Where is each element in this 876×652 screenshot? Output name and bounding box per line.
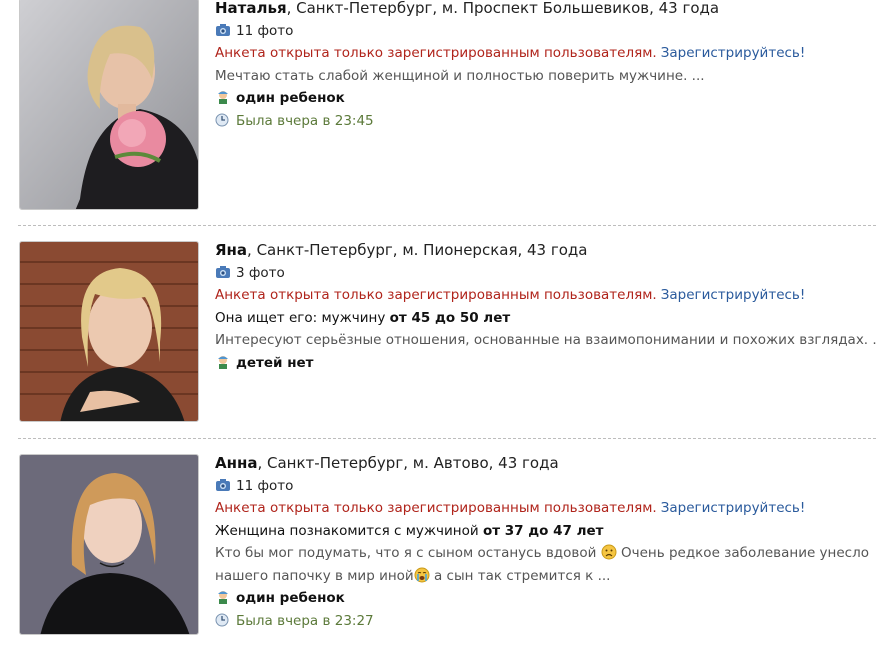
last-seen-label: Была вчера в 23:45 (236, 112, 374, 129)
restricted-text: Анкета открыта только зарегистрированным… (215, 45, 657, 61)
profile-location: , Санкт-Петербург, м. Автово, 43 года (257, 454, 559, 472)
profile-photo[interactable] (19, 241, 199, 422)
register-link[interactable]: Зарегистрируйтесь! (661, 287, 806, 303)
profile-photo[interactable] (19, 0, 199, 210)
register-link[interactable]: Зарегистрируйтесь! (661, 45, 806, 61)
description-part: Кто бы мог подумать, что я с сыном остан… (215, 545, 597, 561)
photo-count-label: 3 фото (236, 264, 285, 281)
description-part: а сын так стремится к ... (429, 567, 611, 584)
profile-location: , Санкт-Петербург, м. Пионерская, 43 год… (247, 241, 588, 259)
kids-info: детей нет (215, 352, 875, 375)
profile-info: Яна, Санкт-Петербург, м. Пионерская, 43 … (215, 239, 876, 375)
clock-icon (215, 112, 231, 126)
photo-count-label: 11 фото (236, 477, 294, 494)
profile-description: Интересуют серьёзные отношения, основанн… (215, 332, 876, 348)
camera-icon (215, 477, 231, 491)
looking-for: Она ищет его: мужчину от 45 до 50 лет (215, 307, 875, 330)
profile-description: Кто бы мог подумать, что я с сыном остан… (215, 542, 875, 565)
kids-label: детей нет (236, 354, 314, 371)
looking-for-range: от 37 до 47 лет (482, 522, 604, 539)
photo-count[interactable]: 11 фото (215, 20, 875, 43)
photo-count-label: 11 фото (236, 22, 294, 39)
restricted-notice: Анкета открыта только зарегистрированным… (215, 497, 875, 520)
profile-name[interactable]: Яна (215, 241, 247, 259)
profile-name[interactable]: Наталья (215, 0, 287, 17)
restricted-notice: Анкета открыта только зарегистрированным… (215, 284, 875, 307)
profile-info: Анна, Санкт-Петербург, м. Автово, 43 год… (215, 452, 875, 632)
clock-icon (215, 612, 231, 626)
looking-for-range: от 45 до 50 лет (389, 309, 511, 326)
restricted-notice: Анкета открыта только зарегистрированным… (215, 42, 875, 65)
kids-label: один ребенок (236, 590, 345, 606)
photo-count[interactable]: 11 фото (215, 475, 875, 498)
profile-location: , Санкт-Петербург, м. Проспект Большевик… (286, 0, 720, 17)
child-icon (215, 89, 231, 104)
divider (18, 225, 876, 226)
last-seen-label: Была вчера в 23:27 (236, 612, 374, 629)
profile-photo[interactable] (19, 454, 199, 635)
kids-info: один ребенок (215, 587, 875, 610)
divider (18, 438, 876, 439)
profile-description-cont: нашего папочку в мир иной а сын так стре… (215, 565, 875, 588)
kids-info: один ребенок (215, 87, 875, 110)
child-icon (215, 589, 231, 604)
looking-for-prefix: Женщина познакомится с мужчиной (215, 522, 483, 539)
sad-face-icon (601, 544, 617, 560)
restricted-text: Анкета открыта только зарегистрированным… (215, 287, 657, 303)
description-part: нашего папочку в мир иной (215, 567, 414, 584)
looking-for-prefix: Она ищет его: мужчину (215, 309, 390, 326)
child-icon (215, 354, 231, 369)
register-link[interactable]: Зарегистрируйтесь! (661, 500, 806, 516)
kids-label: один ребенок (236, 90, 345, 106)
profile-title: Анна, Санкт-Петербург, м. Автово, 43 год… (215, 452, 875, 475)
restricted-text: Анкета открыта только зарегистрированным… (215, 500, 657, 516)
profile-title: Наталья, Санкт-Петербург, м. Проспект Бо… (215, 0, 875, 20)
camera-icon (215, 22, 231, 36)
photo-count[interactable]: 3 фото (215, 262, 875, 285)
profile-title: Яна, Санкт-Петербург, м. Пионерская, 43 … (215, 239, 875, 262)
profile-info: Наталья, Санкт-Петербург, м. Проспект Бо… (215, 0, 875, 132)
crying-face-icon (414, 567, 430, 583)
last-seen: Была вчера в 23:27 (215, 610, 875, 633)
profile-description: Мечтаю стать слабой женщиной и полностью… (215, 67, 705, 84)
description-part: Очень редкое заболевание унесло (616, 545, 869, 561)
profile-name[interactable]: Анна (215, 454, 257, 472)
camera-icon (215, 264, 231, 278)
last-seen: Была вчера в 23:45 (215, 110, 875, 133)
looking-for: Женщина познакомится с мужчиной от 37 до… (215, 520, 875, 543)
